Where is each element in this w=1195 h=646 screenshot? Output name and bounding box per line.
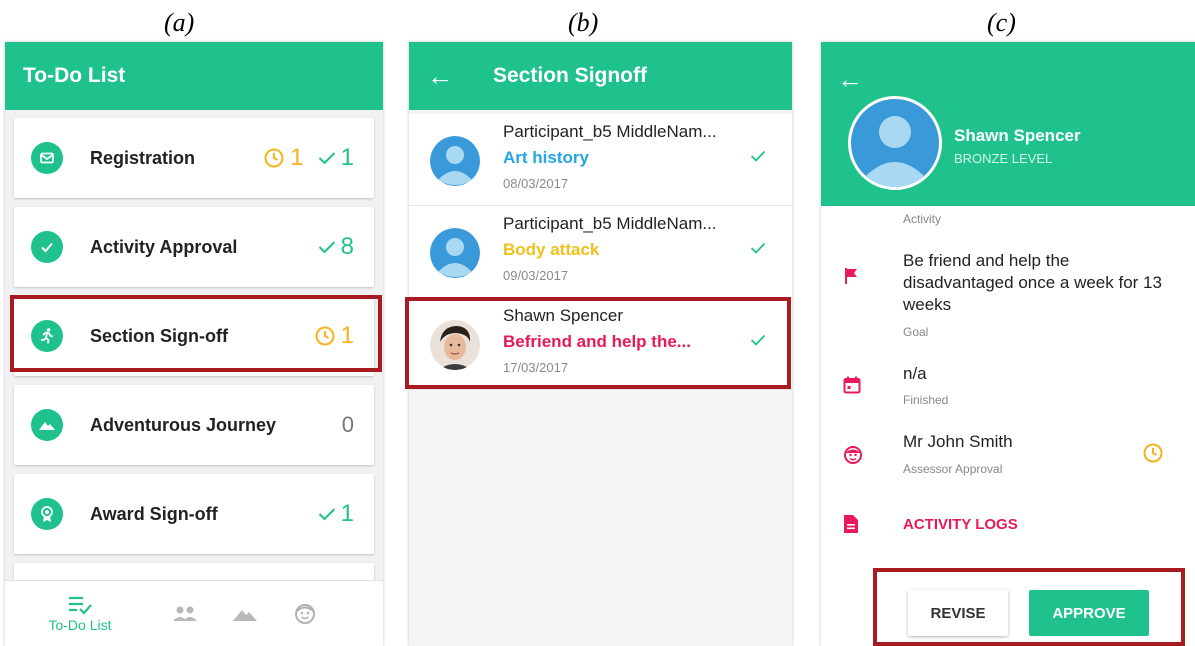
nav-people[interactable] (155, 581, 215, 646)
nav-profile[interactable] (275, 581, 335, 646)
nav-todo-list[interactable]: To-Do List (5, 581, 155, 646)
check-icon (318, 508, 335, 521)
date-label: 17/03/2017 (503, 360, 569, 375)
goal-text: Be friend and help the disadvantaged onc… (903, 251, 1162, 314)
todo-list-screen: To-Do List Registration 1 1 Activity App… (5, 42, 383, 646)
running-person-icon (31, 320, 63, 352)
activity-name: Befriend and help the... (503, 332, 691, 351)
todo-item-activity-approval[interactable]: Activity Approval 8 (14, 207, 374, 287)
check-circle-icon (31, 231, 63, 263)
todo-item-label: Adventurous Journey (90, 414, 277, 435)
participant-name: Participant_b5 MiddleNam... (503, 214, 717, 233)
done-badge: 1 (318, 500, 354, 528)
list-item[interactable]: Shawn Spencer Befriend and help the... 1… (409, 298, 792, 390)
page-title: Section Signoff (493, 64, 647, 87)
count-badge: 0 (341, 412, 354, 437)
approve-button[interactable]: APPROVE (1029, 590, 1149, 636)
todo-item-award-signoff[interactable]: Award Sign-off 1 (14, 474, 374, 554)
todo-item-section-signoff[interactable]: Section Sign-off 1 (14, 296, 374, 376)
level-label: BRONZE LEVEL (954, 151, 1053, 166)
clock-icon (315, 326, 335, 346)
done-badge: 8 (318, 233, 354, 261)
check-icon (750, 150, 766, 162)
activity-name: Art history (503, 148, 589, 167)
goal-label: Goal (903, 325, 929, 339)
caption-a: (a) (164, 8, 195, 37)
list-item[interactable]: Participant_b5 MiddleNam... Body attack … (409, 206, 792, 298)
revise-button[interactable]: REVISE (908, 590, 1008, 636)
caption-b: (b) (568, 8, 599, 37)
todo-item-adventurous-journey[interactable]: Adventurous Journey 0 (14, 385, 374, 465)
profile-header: ← Shawn Spencer BRONZE LEVEL (821, 42, 1195, 206)
check-icon (750, 242, 766, 254)
todo-item-label: Award Sign-off (90, 503, 218, 524)
award-icon (31, 498, 63, 530)
finished-label: Finished (903, 393, 949, 407)
finished-value: n/a (903, 364, 927, 383)
todo-item-label: Activity Approval (90, 236, 238, 257)
assessor-name: Mr John Smith (903, 432, 1013, 451)
date-label: 09/03/2017 (503, 268, 569, 283)
check-icon (318, 152, 335, 165)
pending-badge: 1 (263, 144, 304, 172)
app-bar: ← Section Signoff (409, 42, 792, 110)
back-arrow-icon[interactable]: ← (837, 64, 863, 95)
activity-name: Body attack (503, 240, 600, 259)
mail-icon (31, 142, 63, 174)
bottom-nav: To-Do List (5, 580, 383, 646)
avatar (430, 136, 480, 186)
profile-name: Shawn Spencer (954, 126, 1081, 145)
page-title: To-Do List (23, 64, 126, 87)
todo-item-label: Section Sign-off (90, 325, 228, 346)
done-badge: 1 (318, 144, 354, 172)
activity-label: Activity (903, 212, 942, 226)
clock-icon (1143, 443, 1163, 463)
activity-logs-link[interactable]: ACTIVITY LOGS (903, 516, 1018, 533)
document-icon (844, 515, 858, 533)
avatar-photo (430, 320, 480, 370)
check-icon (750, 334, 766, 346)
participant-name: Participant_b5 MiddleNam... (503, 122, 717, 141)
back-arrow-icon[interactable]: ← (427, 61, 453, 92)
mountain-icon (31, 409, 63, 441)
caption-c: (c) (987, 8, 1016, 37)
participant-name: Shawn Spencer (503, 306, 624, 325)
list-item[interactable]: Participant_b5 MiddleNam... Art history … (409, 114, 792, 206)
flag-icon (845, 268, 857, 284)
app-bar: To-Do List (5, 42, 383, 110)
todo-list-icon (69, 596, 92, 615)
date-label: 08/03/2017 (503, 176, 569, 191)
clock-icon (264, 148, 284, 168)
todo-item-registration[interactable]: Registration 1 1 (14, 118, 374, 198)
face-icon (295, 603, 315, 624)
people-icon (173, 606, 197, 621)
todo-item-label: Registration (90, 147, 196, 168)
avatar (430, 228, 480, 278)
calendar-icon (843, 376, 861, 394)
section-signoff-screen: ← Section Signoff Participant_b5 MiddleN… (409, 42, 792, 646)
activity-detail-screen: ← Shawn Spencer BRONZE LEVEL Activity Be… (821, 42, 1195, 646)
avatar (848, 96, 942, 190)
check-icon (318, 241, 335, 254)
face-icon (844, 446, 862, 464)
assessor-label: Assessor Approval (903, 462, 1003, 476)
nav-journey[interactable] (215, 581, 275, 646)
nav-label: To-Do List (48, 616, 112, 633)
mountain-icon (233, 609, 257, 621)
pending-badge: 1 (314, 322, 354, 350)
